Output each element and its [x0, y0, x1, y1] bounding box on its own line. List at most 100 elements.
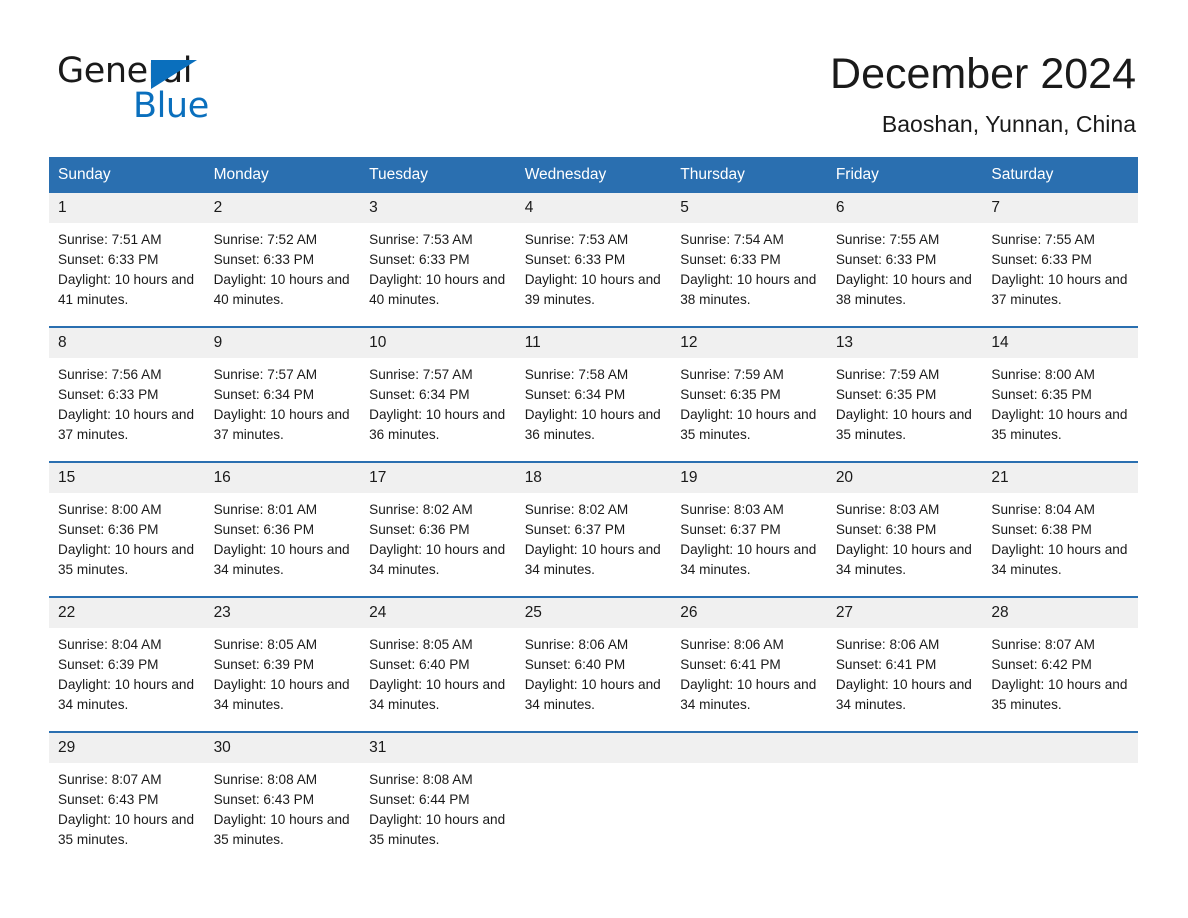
calendar-cell[interactable]: 20 Sunrise: 8:03 AM Sunset: 6:38 PM Dayligh… — [826, 461, 983, 597]
day-cell: 28 Sunrise: 8:07 AM Sunset: 6:42 PM Dayligh… — [982, 598, 1138, 731]
sunset-text: Sunset: 6:36 PM — [58, 522, 159, 537]
day-details: Sunrise: 7:55 AM Sunset: 6:33 PM Daylight:… — [827, 223, 983, 310]
day-number: 25 — [515, 598, 672, 628]
calendar-cell[interactable]: 22 Sunrise: 8:04 AM Sunset: 6:39 PM Dayligh… — [49, 596, 205, 732]
calendar-cell[interactable]: 17 Sunrise: 8:02 AM Sunset: 6:36 PM Dayligh… — [360, 461, 516, 597]
logo-text-blue: Blue — [133, 86, 209, 126]
day-cell: 29 Sunrise: 8:07 AM Sunset: 6:43 PM Dayligh… — [49, 733, 205, 866]
daylight-text: Daylight: 10 hours and 38 minutes. — [680, 272, 817, 307]
sunrise-text: Sunrise: 7:52 AM — [213, 232, 318, 247]
calendar-cell[interactable]: 10 Sunrise: 7:57 AM Sunset: 6:34 PM Dayligh… — [360, 326, 516, 462]
sunset-text: Sunset: 6:33 PM — [58, 387, 159, 402]
day-number: 28 — [982, 598, 1138, 628]
day-cell: 25 Sunrise: 8:06 AM Sunset: 6:40 PM Dayligh… — [515, 598, 672, 731]
calendar-cell[interactable]: 1 Sunrise: 7:51 AM Sunset: 6:33 PM Daylight… — [49, 193, 205, 327]
day-details: Sunrise: 8:05 AM Sunset: 6:40 PM Daylight:… — [360, 628, 516, 715]
calendar-cell-empty — [671, 731, 827, 866]
daylight-text: Daylight: 10 hours and 34 minutes. — [524, 542, 661, 577]
calendar-body: 1 Sunrise: 7:51 AM Sunset: 6:33 PM Daylight… — [49, 193, 1138, 866]
day-cell: 13 Sunrise: 7:59 AM Sunset: 6:35 PM Dayligh… — [826, 328, 983, 461]
weekday-header-sunday: Sunday — [49, 157, 205, 193]
title-block: December 2024 Baoshan, Yunnan, China — [830, 48, 1136, 138]
sunset-text: Sunset: 6:39 PM — [58, 657, 159, 672]
sunset-text: Sunset: 6:34 PM — [524, 387, 626, 402]
day-cell: 19 Sunrise: 8:03 AM Sunset: 6:37 PM Dayligh… — [671, 463, 827, 596]
daylight-text: Daylight: 10 hours and 34 minutes. — [58, 677, 195, 712]
calendar-cell[interactable]: 26 Sunrise: 8:06 AM Sunset: 6:41 PM Dayligh… — [671, 596, 827, 732]
day-details: Sunrise: 8:06 AM Sunset: 6:41 PM Daylight:… — [671, 628, 827, 715]
sunset-text: Sunset: 6:35 PM — [991, 387, 1092, 402]
day-details: Sunrise: 7:59 AM Sunset: 6:35 PM Daylight:… — [671, 358, 827, 445]
sunrise-text: Sunrise: 8:06 AM — [524, 637, 629, 652]
calendar-cell-empty — [515, 731, 672, 866]
calendar-cell[interactable]: 27 Sunrise: 8:06 AM Sunset: 6:41 PM Dayligh… — [826, 596, 983, 732]
calendar-cell[interactable]: 15 Sunrise: 8:00 AM Sunset: 6:36 PM Dayligh… — [49, 461, 205, 597]
day-details: Sunrise: 8:07 AM Sunset: 6:43 PM Daylight:… — [49, 763, 205, 850]
sunrise-text: Sunrise: 8:02 AM — [524, 502, 629, 517]
calendar-cell[interactable]: 30 Sunrise: 8:08 AM Sunset: 6:43 PM Dayligh… — [204, 731, 361, 866]
calendar-cell[interactable]: 11 Sunrise: 7:58 AM Sunset: 6:34 PM Dayligh… — [515, 326, 672, 462]
calendar-cell[interactable]: 28 Sunrise: 8:07 AM Sunset: 6:42 PM Dayligh… — [982, 596, 1138, 732]
sunset-text: Sunset: 6:37 PM — [680, 522, 781, 537]
page-header: General Blue December 2024 Baoshan, Yunn… — [0, 0, 1188, 150]
sunrise-text: Sunrise: 8:08 AM — [213, 772, 318, 787]
calendar-cell[interactable]: 6 Sunrise: 7:55 AM Sunset: 6:33 PM Daylight… — [826, 193, 983, 327]
day-cell: 18 Sunrise: 8:02 AM Sunset: 6:37 PM Dayligh… — [515, 463, 672, 596]
weekday-header-monday: Monday — [204, 157, 361, 193]
sunrise-text: Sunrise: 7:54 AM — [680, 232, 784, 247]
calendar-cell[interactable]: 5 Sunrise: 7:54 AM Sunset: 6:33 PM Daylight… — [671, 193, 827, 327]
sunset-text: Sunset: 6:33 PM — [524, 252, 626, 267]
calendar-cell[interactable]: 19 Sunrise: 8:03 AM Sunset: 6:37 PM Dayligh… — [671, 461, 827, 597]
day-details: Sunrise: 8:03 AM Sunset: 6:37 PM Daylight:… — [671, 493, 827, 580]
daylight-text: Daylight: 10 hours and 34 minutes. — [835, 677, 972, 712]
day-cell: 31 Sunrise: 8:08 AM Sunset: 6:44 PM Dayligh… — [360, 733, 516, 866]
calendar-cell[interactable]: 2 Sunrise: 7:52 AM Sunset: 6:33 PM Daylight… — [204, 193, 361, 327]
sunset-text: Sunset: 6:33 PM — [680, 252, 781, 267]
calendar-cell[interactable]: 4 Sunrise: 7:53 AM Sunset: 6:33 PM Daylight… — [515, 193, 672, 327]
calendar-table: Sunday Monday Tuesday Wednesday Thursday… — [49, 157, 1138, 866]
general-blue-logo[interactable]: General Blue — [57, 52, 317, 132]
calendar-cell[interactable]: 8 Sunrise: 7:56 AM Sunset: 6:33 PM Daylight… — [49, 326, 205, 462]
day-number: 30 — [204, 733, 361, 763]
day-details: Sunrise: 7:52 AM Sunset: 6:33 PM Daylight:… — [205, 223, 361, 310]
calendar-cell-empty — [982, 731, 1138, 866]
calendar-cell[interactable]: 13 Sunrise: 7:59 AM Sunset: 6:35 PM Dayligh… — [826, 326, 983, 462]
sunrise-text: Sunrise: 8:07 AM — [58, 772, 162, 787]
sunrise-text: Sunrise: 7:53 AM — [524, 232, 629, 247]
day-number — [671, 733, 827, 763]
daylight-text: Daylight: 10 hours and 34 minutes. — [213, 677, 350, 712]
daylight-text: Daylight: 10 hours and 40 minutes. — [369, 272, 506, 307]
day-details: Sunrise: 7:54 AM Sunset: 6:33 PM Daylight:… — [671, 223, 827, 310]
daylight-text: Daylight: 10 hours and 34 minutes. — [835, 542, 972, 577]
sunset-text: Sunset: 6:37 PM — [524, 522, 626, 537]
day-cell: 14 Sunrise: 8:00 AM Sunset: 6:35 PM Dayligh… — [982, 328, 1138, 461]
calendar-cell[interactable]: 14 Sunrise: 8:00 AM Sunset: 6:35 PM Dayligh… — [982, 326, 1138, 462]
day-number: 17 — [360, 463, 516, 493]
day-details: Sunrise: 7:57 AM Sunset: 6:34 PM Daylight:… — [205, 358, 361, 445]
calendar-cell-empty — [826, 731, 983, 866]
sunrise-text: Sunrise: 7:58 AM — [524, 367, 629, 382]
weekday-header-row: Sunday Monday Tuesday Wednesday Thursday… — [49, 157, 1138, 193]
day-details: Sunrise: 8:00 AM Sunset: 6:36 PM Daylight:… — [49, 493, 205, 580]
day-cell: 6 Sunrise: 7:55 AM Sunset: 6:33 PM Daylight… — [826, 193, 983, 326]
calendar-cell[interactable]: 9 Sunrise: 7:57 AM Sunset: 6:34 PM Daylight… — [204, 326, 361, 462]
calendar-cell[interactable]: 24 Sunrise: 8:05 AM Sunset: 6:40 PM Dayligh… — [360, 596, 516, 732]
calendar-cell[interactable]: 25 Sunrise: 8:06 AM Sunset: 6:40 PM Dayligh… — [515, 596, 672, 732]
calendar-cell[interactable]: 12 Sunrise: 7:59 AM Sunset: 6:35 PM Dayligh… — [671, 326, 827, 462]
day-details: Sunrise: 8:07 AM Sunset: 6:42 PM Daylight:… — [982, 628, 1138, 715]
calendar-cell[interactable]: 18 Sunrise: 8:02 AM Sunset: 6:37 PM Dayligh… — [515, 461, 672, 597]
calendar-cell[interactable]: 29 Sunrise: 8:07 AM Sunset: 6:43 PM Dayligh… — [49, 731, 205, 866]
calendar-cell[interactable]: 16 Sunrise: 8:01 AM Sunset: 6:36 PM Dayligh… — [204, 461, 361, 597]
calendar-cell[interactable]: 31 Sunrise: 8:08 AM Sunset: 6:44 PM Dayligh… — [360, 731, 516, 866]
sunrise-text: Sunrise: 8:05 AM — [213, 637, 318, 652]
sunrise-text: Sunrise: 8:02 AM — [369, 502, 473, 517]
page-title: December 2024 — [830, 50, 1136, 98]
calendar-cell[interactable]: 7 Sunrise: 7:55 AM Sunset: 6:33 PM Daylight… — [982, 193, 1138, 327]
sunset-text: Sunset: 6:40 PM — [524, 657, 626, 672]
daylight-text: Daylight: 10 hours and 41 minutes. — [58, 272, 195, 307]
sunset-text: Sunset: 6:44 PM — [369, 792, 470, 807]
calendar-cell[interactable]: 3 Sunrise: 7:53 AM Sunset: 6:33 PM Daylight… — [360, 193, 516, 327]
calendar-cell[interactable]: 21 Sunrise: 8:04 AM Sunset: 6:38 PM Dayligh… — [982, 461, 1138, 597]
calendar-cell[interactable]: 23 Sunrise: 8:05 AM Sunset: 6:39 PM Dayligh… — [204, 596, 361, 732]
calendar-week-row: 15 Sunrise: 8:00 AM Sunset: 6:36 PM Dayligh… — [49, 461, 1138, 597]
